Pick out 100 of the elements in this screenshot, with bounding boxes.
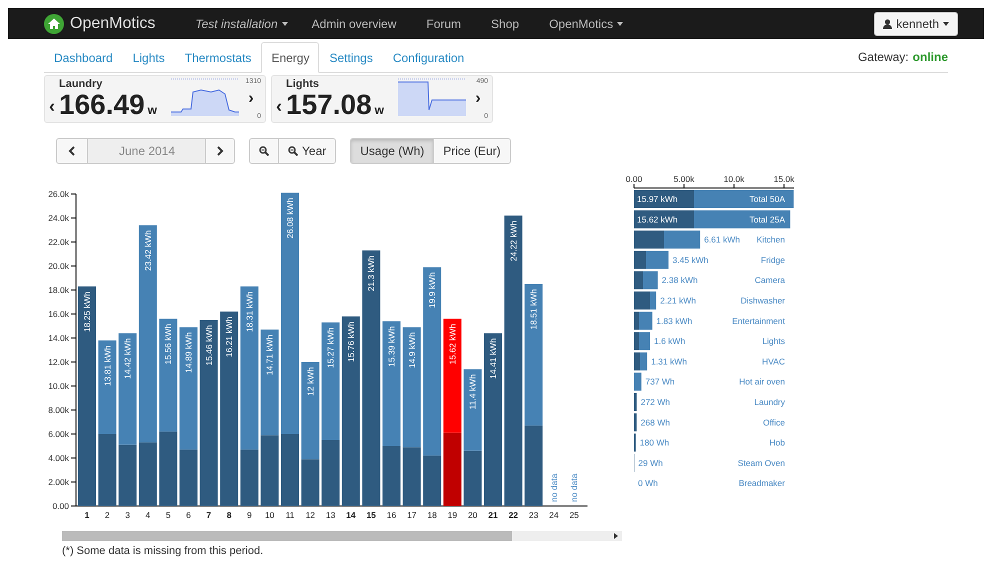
bar[interactable] <box>260 330 279 436</box>
bar[interactable] <box>322 322 340 440</box>
bar[interactable] <box>484 333 502 506</box>
axis-label: 0.00 <box>626 174 642 184</box>
bar[interactable] <box>634 250 646 269</box>
next-arrow[interactable]: › <box>248 90 254 108</box>
scrollbar[interactable] <box>62 531 622 541</box>
bar-value-label: 29 Wh <box>638 458 663 468</box>
bar[interactable] <box>443 432 462 506</box>
bar[interactable] <box>634 210 694 228</box>
axis-label: 20.0k <box>48 261 69 271</box>
nav-link[interactable]: Admin overview <box>312 16 396 30</box>
bar-value-label: 18.31 kWh <box>244 291 254 332</box>
bar[interactable] <box>138 225 157 442</box>
bar[interactable] <box>180 327 198 450</box>
bar[interactable] <box>524 426 543 506</box>
bar[interactable] <box>159 432 178 506</box>
axis-label: 20 <box>468 510 478 520</box>
house-logo-icon <box>44 14 64 34</box>
bar[interactable] <box>646 250 668 269</box>
bar[interactable] <box>639 332 650 350</box>
bar[interactable] <box>464 369 482 451</box>
previous-button[interactable] <box>56 138 88 164</box>
bar[interactable] <box>524 284 543 426</box>
bar[interactable] <box>694 210 790 228</box>
axis-label: 15.0k <box>774 174 794 184</box>
previous-arrow[interactable]: ‹ <box>276 96 286 116</box>
nav-link[interactable]: Forum <box>426 16 462 30</box>
bar[interactable] <box>98 340 116 434</box>
bar-value-label: 12 kWh <box>305 367 316 396</box>
year-button[interactable]: Year <box>278 138 336 164</box>
bar[interactable] <box>634 413 637 432</box>
nav-link[interactable]: OpenMotics <box>549 16 624 30</box>
bar[interactable] <box>640 352 648 370</box>
bar[interactable] <box>650 292 656 310</box>
bar[interactable] <box>138 442 157 506</box>
bar[interactable] <box>504 216 522 506</box>
bar-value-label: 1.83 kWh <box>656 316 692 326</box>
bar[interactable] <box>322 440 340 506</box>
bar[interactable] <box>694 190 794 208</box>
category-label: Entertainment <box>732 316 785 326</box>
bar[interactable] <box>78 286 96 506</box>
bar-value-label: 13.81 kWh <box>102 345 112 386</box>
axis-label: 14.0k <box>48 333 69 343</box>
zoom-out-button[interactable] <box>249 138 279 164</box>
bar-value-label: 15.62 kWh <box>447 324 458 364</box>
user-menu-button[interactable]: kenneth <box>874 12 958 36</box>
nav-link[interactable]: Shop <box>491 16 520 30</box>
bar[interactable] <box>382 321 400 446</box>
bar[interactable] <box>634 352 640 370</box>
axis-label: 5 <box>166 510 171 520</box>
bar[interactable] <box>200 320 218 506</box>
mode-toggle[interactable]: Price (Eur) <box>433 138 511 164</box>
bar[interactable] <box>159 318 178 432</box>
bar[interactable] <box>634 332 639 350</box>
bar[interactable] <box>342 316 360 506</box>
bar[interactable] <box>402 447 421 506</box>
bar[interactable] <box>220 312 238 506</box>
bar[interactable] <box>634 312 639 330</box>
bar[interactable] <box>423 456 442 506</box>
tab[interactable]: Dashboard <box>44 42 123 73</box>
bar[interactable] <box>240 286 258 450</box>
axis-label: 24 <box>549 510 559 520</box>
bar[interactable] <box>634 393 637 411</box>
bar[interactable] <box>634 190 694 208</box>
bar[interactable] <box>634 271 643 290</box>
bar[interactable] <box>301 362 320 460</box>
bar-value-label: 15.39 kWh <box>386 326 396 367</box>
bar[interactable] <box>98 434 116 506</box>
tab[interactable]: Energy <box>261 42 320 73</box>
next-arrow[interactable]: › <box>475 90 481 108</box>
bar[interactable] <box>118 333 137 445</box>
tab[interactable]: Configuration <box>382 42 474 73</box>
previous-arrow[interactable]: ‹ <box>49 96 59 116</box>
caret-icon <box>282 22 288 26</box>
bar[interactable] <box>443 318 462 433</box>
bar[interactable] <box>423 267 442 456</box>
bar[interactable] <box>240 450 258 506</box>
mode-toggle[interactable]: Usage (Wh) <box>350 138 434 164</box>
axis-label: 14 <box>346 510 356 520</box>
axis-label: 6 <box>186 510 191 520</box>
bar[interactable] <box>301 459 320 506</box>
scroll-thumb[interactable] <box>62 531 512 541</box>
axis-label: 5.00k <box>674 174 694 184</box>
axis-label: 10.0k <box>724 174 744 184</box>
tab[interactable]: Settings <box>319 42 383 73</box>
bar[interactable] <box>464 450 482 506</box>
bar[interactable] <box>664 230 700 249</box>
tab[interactable]: Lights <box>122 42 175 73</box>
bar[interactable] <box>634 230 664 249</box>
bar[interactable] <box>402 327 421 448</box>
next-button[interactable] <box>205 138 235 164</box>
tab[interactable]: Thermostats <box>174 42 262 73</box>
bar[interactable] <box>118 444 137 506</box>
nav-link[interactable]: Test installation <box>195 16 288 30</box>
bar[interactable] <box>362 250 380 506</box>
bar[interactable] <box>260 435 279 506</box>
brand-name[interactable]: OpenMotics <box>70 14 156 32</box>
axis-label: 0.00 <box>52 501 69 511</box>
axis-label: 8.00k <box>48 405 69 415</box>
